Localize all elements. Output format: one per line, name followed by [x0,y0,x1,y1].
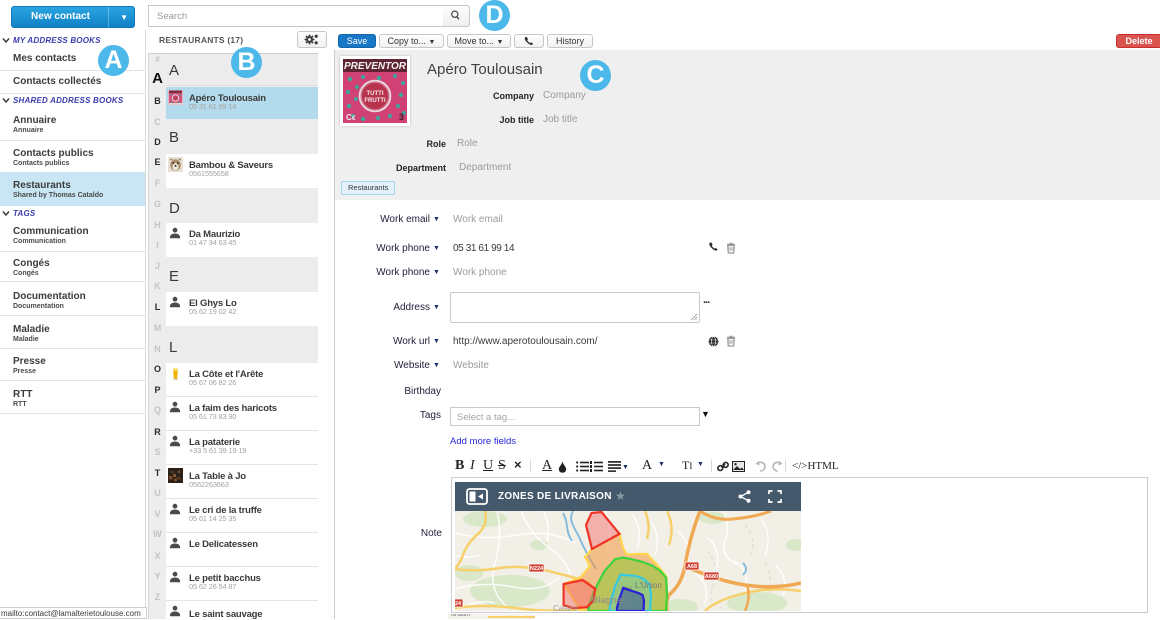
svg-text:24: 24 [455,601,462,607]
svg-text:A68: A68 [687,564,697,570]
svg-text:Calami: Calami [553,604,578,611]
svg-text:Cϵ: Cϵ [346,113,356,122]
svg-text:3: 3 [399,112,404,122]
svg-text:N224: N224 [530,566,544,572]
svg-text:TUTTI: TUTTI [367,91,384,97]
svg-text:FRUTTI: FRUTTI [364,98,386,104]
svg-text:A680: A680 [705,574,718,580]
svg-text:PREVENTOR: PREVENTOR [344,61,407,72]
svg-text:L'Union: L'Union [635,581,662,590]
svg-text:Blagnac: Blagnac [592,595,627,606]
